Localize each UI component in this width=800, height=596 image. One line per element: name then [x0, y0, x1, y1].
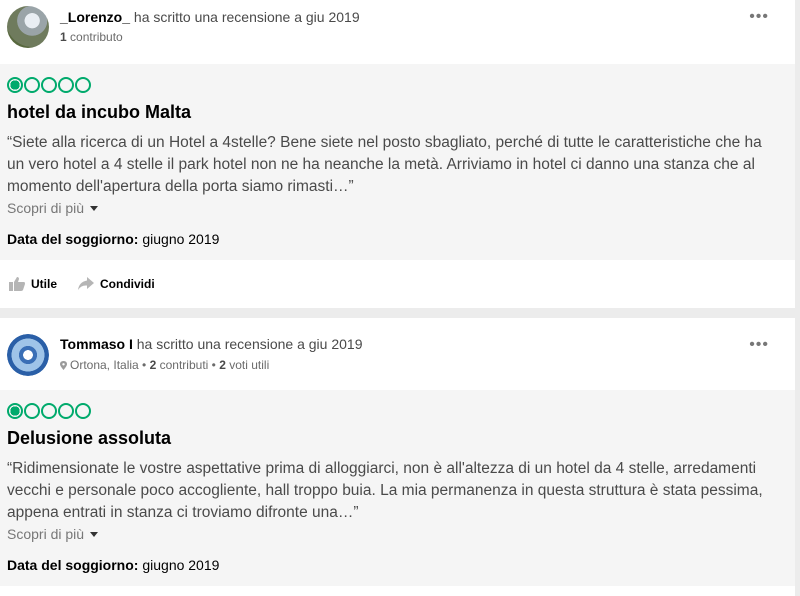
review-card: Tommaso I ha scritto una recensione a gi…: [0, 318, 795, 596]
chevron-down-icon: [90, 532, 99, 537]
rating-bubble-empty: [41, 77, 57, 93]
more-options-icon[interactable]: •••: [749, 337, 769, 353]
location-pin-icon: [60, 361, 67, 370]
review-title[interactable]: Delusione assoluta: [7, 428, 171, 449]
review-byline: _Lorenzo_ ha scritto una recensione a gi…: [60, 9, 360, 25]
rating-bubble-empty: [24, 403, 40, 419]
review-title[interactable]: hotel da incubo Malta: [7, 102, 191, 123]
contrib-count: 2: [149, 358, 157, 372]
contrib-label: contributo: [70, 30, 123, 44]
read-more-button[interactable]: Scopri di più: [7, 526, 99, 542]
votes-label: voti utili: [229, 358, 270, 372]
helpful-button[interactable]: Utile: [9, 277, 57, 291]
rating-bubble-empty: [75, 403, 91, 419]
rating-bubble-empty: [58, 403, 74, 419]
review-body: hotel da incubo Malta “Siete alla ricerc…: [0, 64, 795, 260]
review-body: Delusione assoluta “Ridimensionate le vo…: [0, 390, 795, 586]
rating-bubble-filled: [7, 77, 23, 93]
review-header: _Lorenzo_ ha scritto una recensione a gi…: [0, 0, 795, 64]
contrib-count: 1: [60, 30, 67, 44]
read-more-button[interactable]: Scopri di più: [7, 200, 99, 216]
stay-date-value: giugno 2019: [142, 557, 220, 573]
rating-bubble-empty: [75, 77, 91, 93]
share-label: Condividi: [100, 277, 155, 291]
review-action-text: ha scritto una recensione a giu 2019: [133, 9, 360, 25]
votes-count: 2: [219, 358, 226, 372]
rating-bubbles: [7, 77, 92, 93]
contrib-label: contributi: [159, 358, 209, 372]
username-link[interactable]: Tommaso I: [60, 336, 133, 352]
stay-date: Data del soggiorno: giugno 2019: [7, 557, 219, 573]
rating-bubble-empty: [24, 77, 40, 93]
thumbs-up-icon: [9, 277, 25, 291]
share-button[interactable]: Condividi: [78, 277, 155, 291]
rating-bubble-empty: [41, 403, 57, 419]
read-more-label: Scopri di più: [7, 200, 85, 216]
helpful-label: Utile: [31, 277, 58, 291]
stay-date: Data del soggiorno: giugno 2019: [7, 231, 219, 247]
review-actions: Utile Condividi: [0, 260, 795, 308]
read-more-label: Scopri di più: [7, 526, 85, 542]
stay-date-label: Data del soggiorno:: [7, 557, 139, 573]
username-link[interactable]: _Lorenzo_: [60, 9, 130, 25]
user-meta: Ortona, Italia • 2 contributi • 2 voti u…: [60, 358, 269, 372]
review-text: “Ridimensionate le vostre aspettative pr…: [7, 460, 763, 521]
more-options-icon[interactable]: •••: [749, 9, 769, 25]
rating-bubble-empty: [58, 77, 74, 93]
share-icon: [78, 277, 94, 290]
stay-date-label: Data del soggiorno:: [7, 231, 139, 247]
review-byline: Tommaso I ha scritto una recensione a gi…: [60, 336, 362, 352]
user-meta: 1 contributo: [60, 30, 123, 44]
rating-bubbles: [7, 403, 92, 419]
review-action-text: ha scritto una recensione a giu 2019: [136, 336, 363, 352]
rating-bubble-filled: [7, 403, 23, 419]
review-header: Tommaso I ha scritto una recensione a gi…: [0, 318, 795, 390]
chevron-down-icon: [90, 206, 99, 211]
review-card: _Lorenzo_ ha scritto una recensione a gi…: [0, 0, 795, 308]
user-location: Ortona, Italia: [70, 358, 139, 372]
stay-date-value: giugno 2019: [142, 231, 220, 247]
review-text: “Siete alla ricerca di un Hotel a 4stell…: [7, 134, 762, 195]
avatar[interactable]: [7, 334, 49, 376]
avatar[interactable]: [7, 6, 49, 48]
